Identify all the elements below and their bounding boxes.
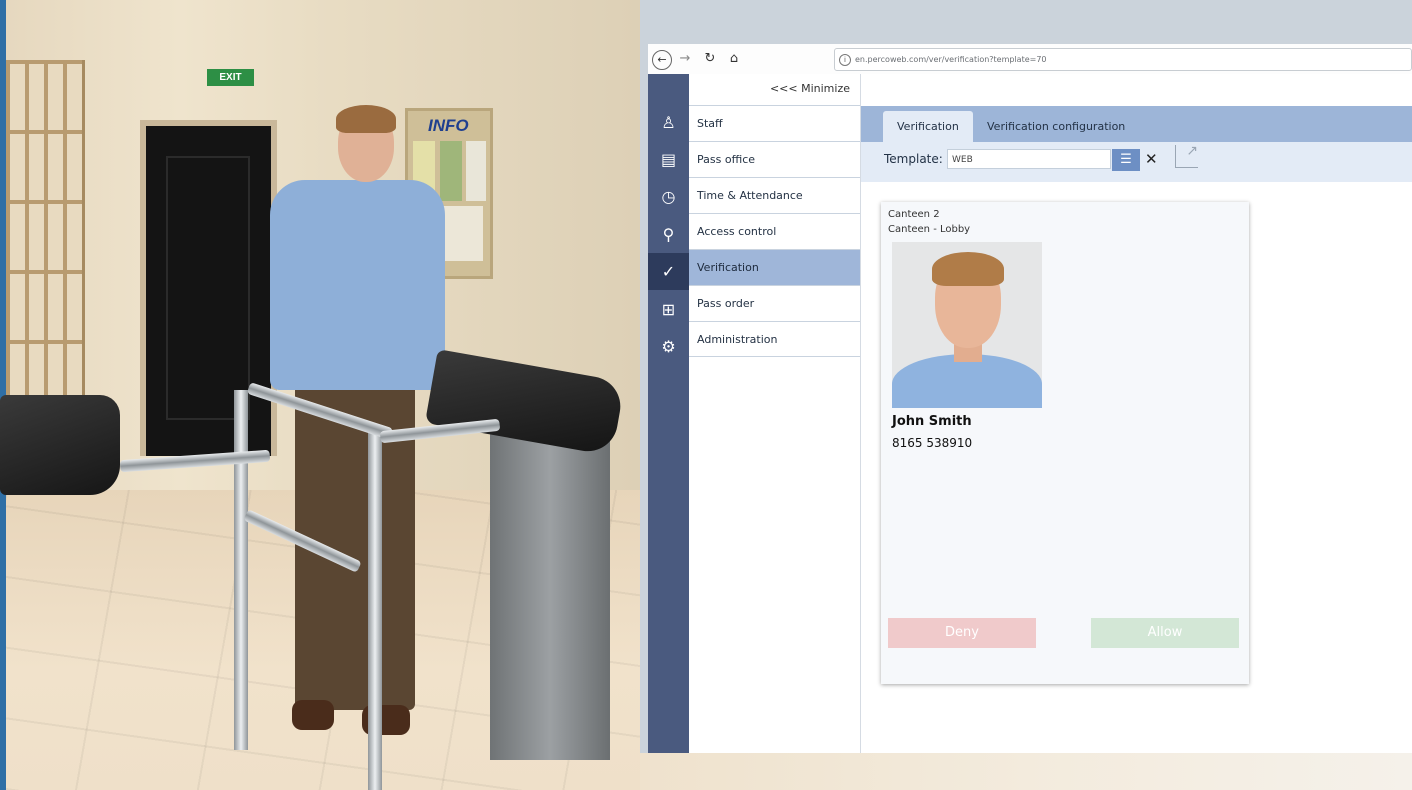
turnstile-post (490, 420, 610, 760)
allow-button[interactable]: Allow (1091, 618, 1239, 648)
exit-sign: EXIT (207, 69, 254, 86)
menu-item-staff[interactable]: Staff (689, 105, 860, 141)
card-location: Canteen 2 (888, 209, 940, 220)
staff-icon[interactable]: ♙ (648, 104, 689, 141)
person-photo (892, 242, 1042, 408)
menu-item-access-control[interactable]: Access control (689, 213, 860, 249)
tab-verification[interactable]: Verification (883, 111, 973, 142)
tab-verification-configuration[interactable]: Verification configuration (973, 111, 1139, 142)
address-bar: ← → ↻ ⌂ i en.percoweb.com/ver/verificati… (648, 44, 1412, 75)
key-icon[interactable]: ⚲ (648, 216, 689, 253)
turnstile-left (0, 395, 120, 495)
menu-item-verification[interactable]: Verification (689, 249, 860, 285)
railing-pole (234, 390, 248, 750)
template-label: Template: (884, 152, 943, 166)
browser-window: ← → ↻ ⌂ i en.percoweb.com/ver/verificati… (648, 44, 1412, 753)
clock-user-icon[interactable]: ◷ (648, 178, 689, 215)
menu-item-pass-office[interactable]: Pass office (689, 141, 860, 177)
info-icon[interactable]: i (839, 54, 851, 66)
tab-bar: Verification Verification configuration (861, 106, 1412, 142)
template-input[interactable]: WEB (947, 149, 1111, 169)
menu-item-administration[interactable]: Administration (689, 321, 860, 357)
list-icon[interactable]: ☰ (1112, 149, 1140, 171)
url-text: en.percoweb.com/ver/verification?templat… (855, 55, 1047, 64)
id-card-add-icon[interactable]: ⊞ (648, 291, 689, 328)
mail-shelf (6, 60, 85, 410)
railing-pole (368, 428, 382, 790)
verification-card: Canteen 2 Canteen - Lobby John Smith 816… (881, 202, 1249, 684)
nav-menu: <<< Minimize Staff Pass office Time & At… (689, 74, 861, 753)
minimize-button[interactable]: <<< Minimize (770, 82, 850, 95)
user-check-icon[interactable]: ✓ (648, 253, 689, 290)
open-external-icon[interactable]: ↗ (1175, 144, 1198, 168)
forward-button[interactable]: → (678, 50, 692, 68)
home-button[interactable]: ⌂ (726, 50, 742, 68)
person-name: John Smith (892, 414, 972, 429)
menu-item-pass-order[interactable]: Pass order (689, 285, 860, 321)
menu-item-time-attendance[interactable]: Time & Attendance (689, 177, 860, 213)
template-toolbar: Template: WEB ☰ ✕ ↗ (861, 142, 1412, 182)
back-button[interactable]: ← (652, 50, 672, 70)
main-content: Verification Verification configuration … (861, 74, 1412, 753)
background-photo: EXIT INFO (0, 0, 640, 790)
url-field[interactable]: i en.percoweb.com/ver/verification?templ… (834, 48, 1412, 71)
floor-strip (640, 753, 1412, 790)
gear-icon[interactable]: ⚙ (648, 328, 689, 365)
card-number: 8165 538910 (892, 436, 973, 450)
icon-sidebar: ♙ ▤ ◷ ⚲ ✓ ⊞ ⚙ (648, 74, 689, 753)
close-icon[interactable]: ✕ (1145, 150, 1158, 168)
id-card-icon[interactable]: ▤ (648, 141, 689, 178)
reload-button[interactable]: ↻ (702, 50, 718, 68)
card-sublocation: Canteen - Lobby (888, 224, 971, 235)
deny-button[interactable]: Deny (888, 618, 1036, 648)
